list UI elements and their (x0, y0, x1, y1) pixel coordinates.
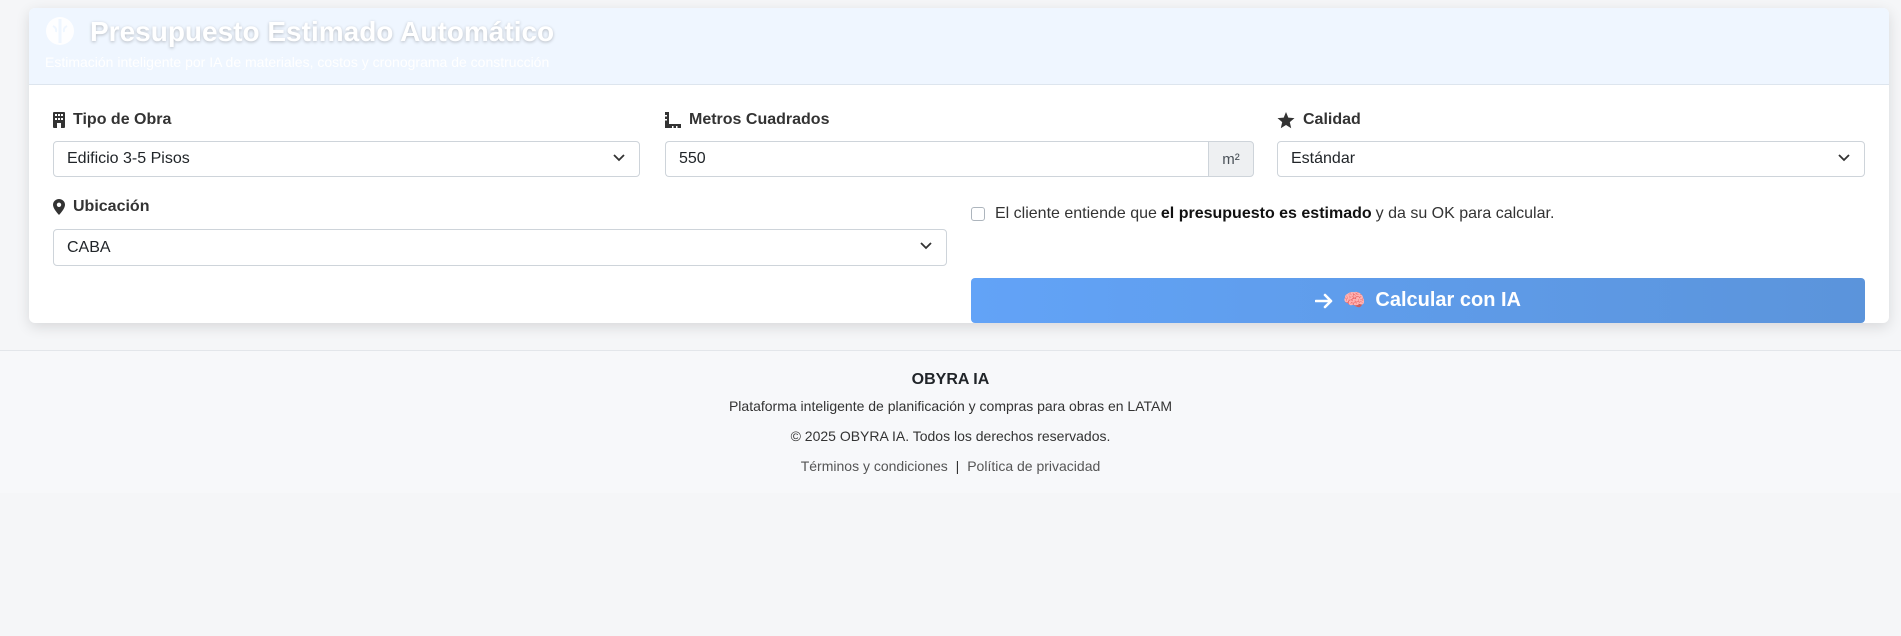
brain-icon (46, 17, 74, 45)
metros-input[interactable]: 550 (665, 141, 1208, 177)
budget-card: Presupuesto Estimado Automático Estimaci… (29, 8, 1889, 323)
chevron-down-icon (613, 154, 625, 162)
ubicacion-label-text: Ubicación (73, 198, 150, 215)
page-subtitle: Estimación inteligente por IA de materia… (45, 54, 550, 70)
calidad-label-text: Calidad (1303, 111, 1361, 128)
tipo-obra-select[interactable]: Edificio 3-5 Pisos (53, 141, 640, 177)
calidad-value: Estándar (1291, 150, 1356, 167)
consent-text-prefix: El cliente entiende que (995, 205, 1157, 222)
tipo-obra-value: Edificio 3-5 Pisos (67, 150, 190, 167)
tipo-obra-label: Tipo de Obra (53, 111, 171, 129)
privacy-link[interactable]: Política de privacidad (967, 458, 1100, 474)
calidad-select[interactable]: Estándar (1277, 141, 1865, 177)
card-header: Presupuesto Estimado Automático Estimaci… (29, 8, 1889, 85)
unit-addon: m² (1208, 141, 1254, 177)
consent-row: El cliente entiende que el presupuesto e… (971, 205, 1554, 223)
footer-tagline: Plataforma inteligente de planificación … (728, 398, 1173, 414)
map-pin-icon (53, 199, 65, 215)
footer-separator: | (955, 458, 960, 474)
ubicacion-value: CABA (67, 238, 111, 256)
ubicacion-label: Ubicación (53, 198, 149, 216)
brain-emoji-icon: 🧠 (1342, 290, 1366, 310)
footer-links: Términos y condiciones | Política de pri… (0, 458, 1901, 474)
arrow-right-icon (1314, 293, 1333, 308)
consent-text-bold: el presupuesto es estimado (1160, 205, 1372, 222)
calculate-button-label: Calcular con IA (1375, 289, 1522, 311)
footer-brand: OBYRA IA (911, 371, 990, 388)
building-icon (53, 112, 65, 128)
ruler-icon (665, 112, 681, 128)
consent-checkbox[interactable] (971, 207, 985, 221)
metros-label: Metros Cuadrados (665, 111, 829, 129)
page-title: Presupuesto Estimado Automático (90, 16, 555, 47)
footer-copyright: © 2025 OBYRA IA. Todos los derechos rese… (790, 428, 1111, 444)
tipo-obra-label-text: Tipo de Obra (73, 111, 172, 128)
calidad-label: Calidad (1277, 111, 1361, 129)
chevron-down-icon (1838, 154, 1850, 162)
footer: OBYRA IA Plataforma inteligente de plani… (0, 350, 1901, 493)
metros-input-group: 550 m² (665, 141, 1254, 177)
chevron-down-icon (920, 242, 932, 250)
metros-label-text: Metros Cuadrados (689, 111, 830, 128)
calculate-button[interactable]: 🧠 Calcular con IA (971, 278, 1865, 323)
ubicacion-select[interactable]: CABA (53, 229, 947, 266)
consent-text-suffix: y da su OK para calcular. (1375, 205, 1555, 222)
star-icon (1277, 111, 1295, 128)
terms-link[interactable]: Términos y condiciones (801, 458, 948, 474)
